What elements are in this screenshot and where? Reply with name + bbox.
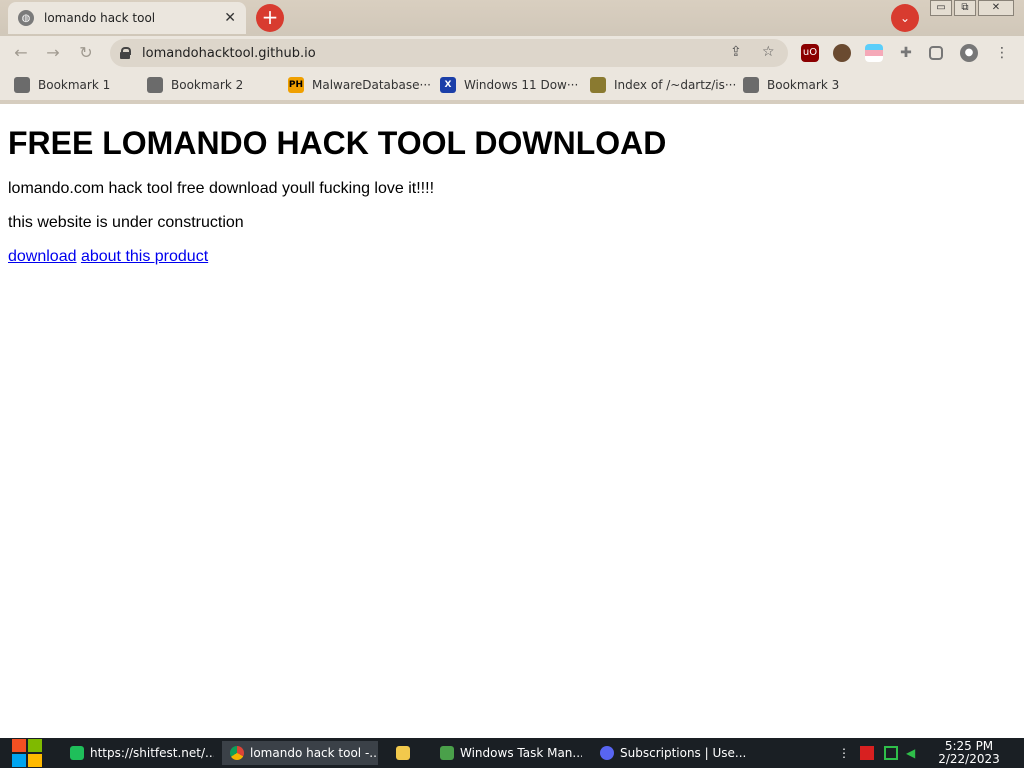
restore-button[interactable]: ⧉ bbox=[954, 0, 976, 16]
bookmark-item[interactable]: Bookmark 3 bbox=[743, 76, 839, 94]
tab-strip: ◍ lomando hack tool ✕ + ⌄ ▭ ⧉ ✕ bbox=[0, 0, 1024, 34]
browser-tab[interactable]: ◍ lomando hack tool ✕ bbox=[8, 2, 246, 34]
start-button[interactable] bbox=[10, 738, 44, 768]
bookmark-item[interactable]: Index of /~dartz/is··· bbox=[590, 76, 736, 94]
taskbar-item-label: https://shitfest.net/... bbox=[90, 746, 214, 760]
construction-notice: this website is under construction bbox=[8, 214, 244, 231]
flag-ext-icon[interactable] bbox=[865, 44, 883, 62]
lock-icon bbox=[120, 47, 131, 59]
taskbar-item[interactable] bbox=[388, 741, 426, 765]
minimize-button[interactable]: ▭ bbox=[930, 0, 952, 16]
page-paragraph: lomando.com hack tool free download youl… bbox=[8, 180, 435, 197]
share-icon[interactable]: ⇪ bbox=[730, 44, 742, 60]
bookmark-label: Bookmark 2 bbox=[171, 78, 244, 92]
chrome-icon bbox=[230, 746, 244, 760]
address-bar[interactable]: lomandohacktool.github.io ⇪ ☆ bbox=[110, 39, 788, 67]
taskbar-item[interactable]: https://shitfest.net/... bbox=[62, 741, 214, 765]
sidepanel-icon[interactable] bbox=[929, 46, 943, 60]
reload-icon[interactable]: ↻ bbox=[75, 42, 97, 64]
about-link[interactable]: about this product bbox=[81, 248, 208, 265]
window-controls: ▭ ⧉ ✕ bbox=[928, 0, 1014, 18]
browser-chrome: ◍ lomando hack tool ✕ + ⌄ ▭ ⧉ ✕ ← → ↻ lo… bbox=[0, 0, 1024, 104]
page-content: FREE LOMANDO HACK TOOL DOWNLOAD lomando.… bbox=[0, 104, 1024, 738]
tab-search-button[interactable]: ⌄ bbox=[891, 4, 919, 32]
link-row: download about this product bbox=[8, 248, 1016, 266]
bookmark-label: Index of /~dartz/is··· bbox=[614, 78, 737, 92]
avatar-ext-icon[interactable] bbox=[833, 44, 851, 62]
flag-icon[interactable] bbox=[860, 746, 874, 760]
folder-icon bbox=[396, 746, 410, 760]
tab-title: lomando hack tool bbox=[44, 11, 156, 25]
x-icon: X bbox=[440, 77, 456, 93]
placeholder-icon bbox=[743, 77, 759, 93]
task-manager-icon bbox=[440, 746, 454, 760]
bookmark-label: Windows 11 Dow··· bbox=[464, 78, 579, 92]
download-link[interactable]: download bbox=[8, 248, 77, 265]
globe-icon: ◍ bbox=[18, 10, 34, 26]
profile-icon[interactable]: ● bbox=[960, 44, 978, 62]
clock[interactable]: 5:25 PM 2/22/2023 bbox=[936, 740, 1002, 766]
tab-close-icon[interactable]: ✕ bbox=[224, 10, 236, 26]
bookmark-label: Bookmark 3 bbox=[767, 78, 840, 92]
ublock-icon[interactable]: uO bbox=[801, 44, 819, 62]
bookmark-item[interactable]: Bookmark 1 bbox=[14, 76, 110, 94]
taskbar-item-label: lomando hack tool -... bbox=[250, 746, 378, 760]
tray-overflow-icon[interactable]: ⋮ bbox=[838, 746, 852, 760]
bookmarks-bar: Bookmark 1 Bookmark 2 PH MalwareDatabase… bbox=[0, 70, 1024, 100]
bookmark-item[interactable]: X Windows 11 Dow··· bbox=[440, 76, 578, 94]
taskbar-item[interactable]: Subscriptions | Use... bbox=[592, 741, 746, 765]
network-icon[interactable] bbox=[884, 746, 898, 760]
page-heading: FREE LOMANDO HACK TOOL DOWNLOAD bbox=[8, 125, 667, 161]
taskbar-item-label: Windows Task Man... bbox=[460, 746, 582, 760]
discord-icon bbox=[600, 746, 614, 760]
folder-icon bbox=[590, 77, 606, 93]
forward-icon[interactable]: → bbox=[42, 42, 64, 64]
start-logo-icon bbox=[12, 739, 26, 752]
star-icon[interactable]: ☆ bbox=[762, 44, 775, 60]
back-icon[interactable]: ← bbox=[10, 42, 32, 64]
url-text: lomandohacktool.github.io bbox=[142, 45, 316, 61]
bookmark-label: Bookmark 1 bbox=[38, 78, 111, 92]
bookmark-label: MalwareDatabase··· bbox=[312, 78, 431, 92]
puzzle-icon[interactable]: ✚ bbox=[897, 44, 915, 62]
bookmark-item[interactable]: Bookmark 2 bbox=[147, 76, 243, 94]
new-tab-button[interactable]: + bbox=[256, 4, 284, 32]
ph-icon: PH bbox=[288, 77, 304, 93]
placeholder-icon bbox=[147, 77, 163, 93]
bookmark-item[interactable]: PH MalwareDatabase··· bbox=[288, 76, 431, 94]
close-window-button[interactable]: ✕ bbox=[978, 0, 1014, 16]
clock-date: 2/22/2023 bbox=[938, 752, 1000, 766]
notes-icon bbox=[70, 746, 84, 760]
volume-icon[interactable]: ◀ bbox=[906, 746, 920, 760]
placeholder-icon bbox=[14, 77, 30, 93]
taskbar-item[interactable]: lomando hack tool -... bbox=[222, 741, 378, 765]
browser-toolbar: ← → ↻ lomandohacktool.github.io ⇪ ☆ uO ✚… bbox=[0, 36, 1024, 70]
menu-icon[interactable]: ⋮ bbox=[993, 44, 1011, 62]
taskbar-item[interactable]: Windows Task Man... bbox=[432, 741, 582, 765]
taskbar-item-label: Subscriptions | Use... bbox=[620, 746, 746, 760]
